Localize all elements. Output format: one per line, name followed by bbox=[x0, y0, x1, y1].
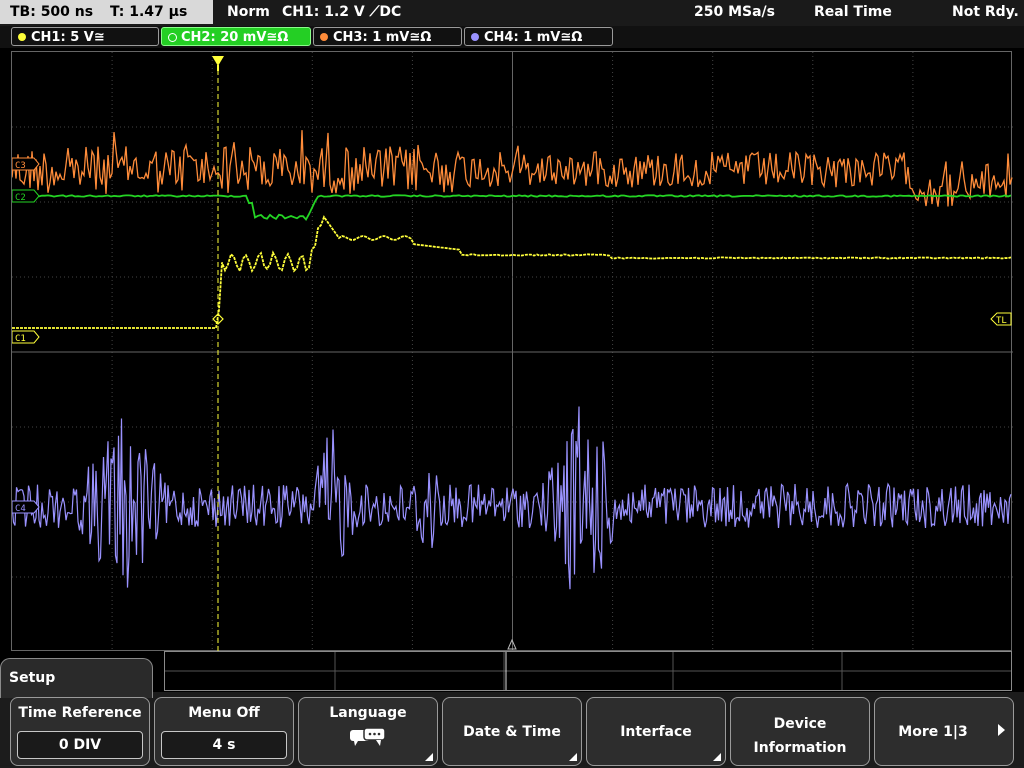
ch4-color-icon bbox=[471, 33, 479, 41]
ch1-offset-marker[interactable]: C1 bbox=[12, 330, 40, 344]
ch4-waveform bbox=[12, 406, 1012, 590]
submenu-indicator-icon bbox=[713, 753, 721, 761]
menu-off-value: 4 s bbox=[161, 731, 287, 759]
ch2-color-icon bbox=[168, 33, 177, 42]
trigger-level-marker[interactable]: TL bbox=[990, 312, 1012, 326]
language-label: Language bbox=[329, 705, 407, 721]
submenu-indicator-icon bbox=[569, 753, 577, 761]
ch3-color-icon bbox=[320, 33, 328, 41]
menu-title: Setup bbox=[0, 658, 153, 698]
device-information-button[interactable]: Device Information bbox=[730, 697, 870, 766]
status-bar: TB: 500 ns T: 1.47 µs Norm CH1: 1.2 V ⟋D… bbox=[0, 0, 1024, 26]
ch3-offset-marker[interactable]: C3 bbox=[12, 157, 40, 171]
tab-ch3[interactable]: CH3: 1 mV≅Ω bbox=[313, 27, 462, 46]
trigger-setting[interactable]: CH1: 1.2 V ⟋DC bbox=[282, 0, 401, 24]
trigger-state: Not Rdy. bbox=[952, 4, 1019, 20]
ch1-marker-label: C1 bbox=[15, 334, 26, 344]
trigger-level-label: TL bbox=[996, 316, 1007, 326]
ch3-label: CH3: 1 mV≅Ω bbox=[333, 30, 432, 45]
speech-bubbles-icon bbox=[350, 727, 386, 746]
date-time-label: Date & Time bbox=[463, 724, 561, 740]
submenu-indicator-icon bbox=[425, 753, 433, 761]
interface-button[interactable]: Interface bbox=[586, 697, 726, 766]
ch2-offset-marker[interactable]: C2 bbox=[12, 189, 40, 203]
date-time-button[interactable]: Date & Time bbox=[442, 697, 582, 766]
ch2-marker-label: C2 bbox=[15, 193, 26, 203]
sample-rate: 250 MSa/s bbox=[694, 4, 776, 20]
time-reference-button[interactable]: Time Reference 0 DIV bbox=[10, 697, 150, 766]
device-information-label: Device Information bbox=[753, 716, 847, 756]
trigger-position-marker[interactable] bbox=[212, 56, 224, 71]
interface-label: Interface bbox=[620, 724, 692, 740]
ch1-color-icon bbox=[18, 33, 26, 41]
ch4-label: CH4: 1 mV≅Ω bbox=[484, 30, 583, 45]
zoom-overview-strip bbox=[164, 651, 1012, 691]
ch2-label: CH2: 20 mV≅Ω bbox=[181, 30, 289, 45]
timebase-readout: TB: 500 ns bbox=[10, 4, 94, 20]
acquisition-mode: Real Time bbox=[814, 4, 892, 20]
waveform-display[interactable]: C3 C2 C1 C4 TL bbox=[11, 51, 1013, 652]
trigger-mode[interactable]: Norm bbox=[227, 0, 270, 24]
tab-ch4[interactable]: CH4: 1 mV≅Ω bbox=[464, 27, 613, 46]
trigger-time-readout: T: 1.47 µs bbox=[109, 4, 188, 20]
ch1-waveform bbox=[12, 215, 1012, 329]
tab-ch1[interactable]: CH1: 5 V≅ bbox=[11, 27, 159, 46]
menu-off-label: Menu Off bbox=[188, 705, 260, 721]
language-button[interactable]: Language bbox=[298, 697, 438, 766]
ch1-label: CH1: 5 V≅ bbox=[31, 30, 105, 45]
more-label: More 1|3 bbox=[898, 724, 968, 740]
tab-ch2[interactable]: CH2: 20 mV≅Ω bbox=[161, 27, 311, 46]
more-button[interactable]: More 1|3 bbox=[874, 697, 1014, 766]
ch2-waveform bbox=[12, 194, 1012, 222]
ch4-marker-label: C4 bbox=[15, 504, 26, 514]
time-reference-label: Time Reference bbox=[18, 705, 142, 721]
time-reference-value: 0 DIV bbox=[17, 731, 143, 759]
timebase-panel[interactable]: TB: 500 ns T: 1.47 µs bbox=[0, 0, 213, 24]
next-page-icon bbox=[998, 724, 1005, 736]
menu-off-button[interactable]: Menu Off 4 s bbox=[154, 697, 294, 766]
graticule bbox=[12, 52, 1013, 652]
ch4-offset-marker[interactable]: C4 bbox=[12, 500, 40, 514]
ch3-marker-label: C3 bbox=[15, 161, 26, 171]
channel-tabs: CH1: 5 V≅ CH2: 20 mV≅Ω CH3: 1 mV≅Ω CH4: … bbox=[0, 26, 1024, 48]
